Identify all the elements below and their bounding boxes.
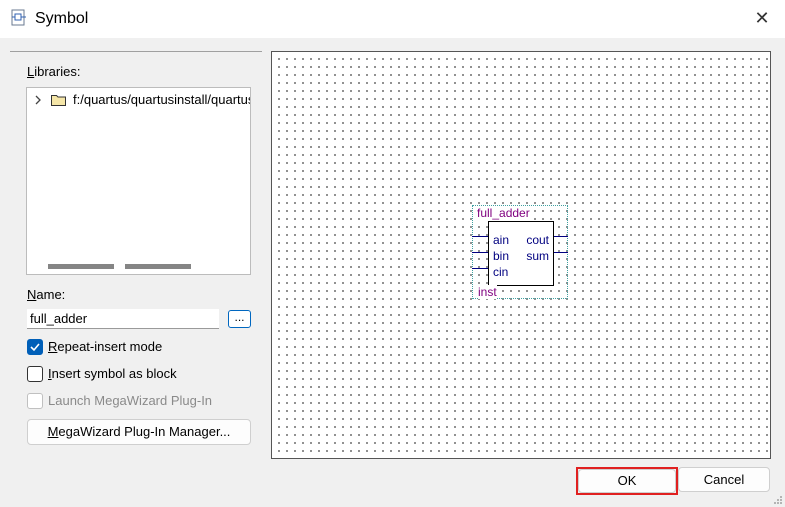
port-label: cin <box>493 265 509 279</box>
horizontal-scrollbar-thumb[interactable] <box>125 264 191 269</box>
libraries-label: Libraries: <box>27 64 81 79</box>
name-input[interactable] <box>27 309 219 329</box>
libraries-tree[interactable]: f:/quartus/quartusinstall/quartus <box>26 87 251 275</box>
check-icon <box>30 343 40 352</box>
port-label: bin <box>493 249 510 263</box>
ok-highlight-box <box>576 467 678 495</box>
close-icon[interactable]: ✕ <box>750 6 774 30</box>
launch-megawizard-label: Launch MegaWizard Plug-In <box>48 393 213 408</box>
tree-item-label: f:/quartus/quartusinstall/quartus <box>73 92 251 107</box>
symbol-body: ain bin cin cout sum <box>488 221 554 286</box>
megawizard-manager-button[interactable]: MegaWizard Plug-In Manager... <box>27 419 251 445</box>
pin-cin <box>472 268 488 269</box>
horizontal-scrollbar-thumb[interactable] <box>48 264 114 269</box>
resize-grip-icon[interactable] <box>773 495 783 505</box>
port-label: cout <box>526 233 549 247</box>
pin-cout <box>554 236 568 237</box>
pin-sum <box>554 252 568 253</box>
checkbox-unchecked[interactable] <box>27 366 43 382</box>
folder-icon <box>51 95 66 106</box>
checkbox-disabled <box>27 393 43 409</box>
cancel-button[interactable]: Cancel <box>678 467 770 492</box>
window-title: Symbol <box>35 10 89 27</box>
symbol-name-label: full_adder <box>477 206 530 220</box>
pin-ain <box>472 236 488 237</box>
name-label: Name: <box>27 287 66 302</box>
browse-button[interactable]: ... <box>228 310 251 328</box>
divider <box>10 51 262 52</box>
insert-block-label: Insert symbol as block <box>48 366 177 381</box>
symbol-file-icon <box>11 9 26 26</box>
repeat-insert-label: Repeat-insert mode <box>48 339 163 354</box>
port-label: ain <box>493 233 510 247</box>
title-bar: Symbol ✕ <box>0 0 785 38</box>
chevron-right-icon[interactable] <box>33 93 43 107</box>
checkbox-checked[interactable] <box>27 339 43 355</box>
instance-label: inst <box>478 285 497 299</box>
port-label: sum <box>526 249 549 263</box>
symbol-preview: full_adder ain bin cin cout sum inst <box>271 51 771 459</box>
pin-bin <box>472 252 488 253</box>
